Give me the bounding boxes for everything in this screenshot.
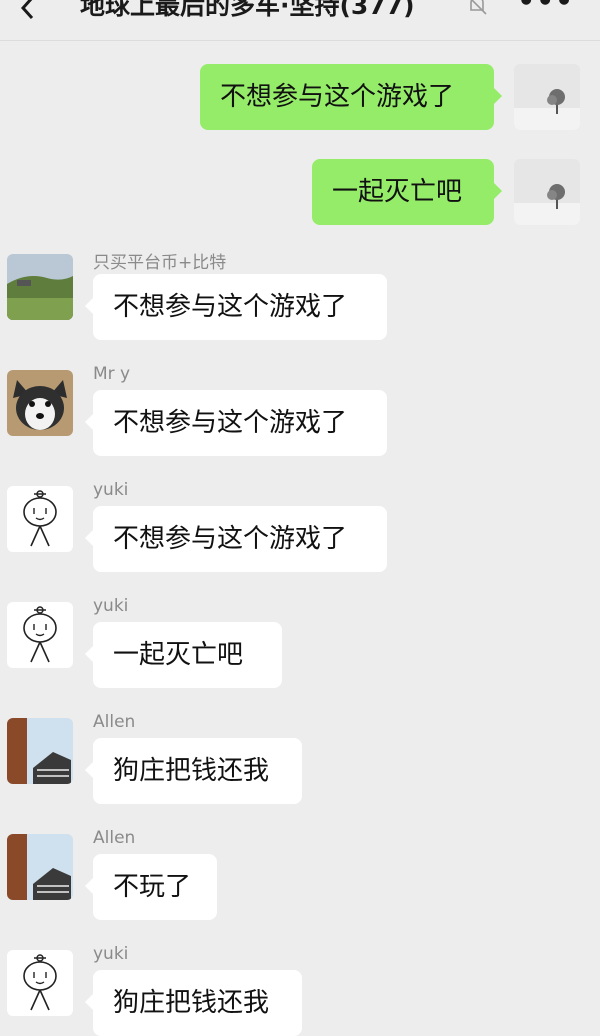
message-bubble[interactable]: 一起灭亡吧 [85,622,282,688]
message-bubble[interactable]: 狗庄把钱还我 [85,970,302,1036]
sender-name: yuki [93,480,129,500]
more-dots-icon[interactable]: ••• [517,0,574,17]
message-bubble[interactable]: 不玩了 [85,854,217,920]
chat-header: 地球上最后的多车·坚持(377) ••• [0,0,600,41]
chat-title: 地球上最后的多车·坚持(377) [80,0,415,20]
sender-name: Allen [93,828,136,848]
building-avatar[interactable] [7,834,73,900]
sender-name: 只买平台币+比特 [93,253,227,273]
mute-bell-icon [470,0,487,15]
doodle-face-avatar[interactable] [7,950,73,1016]
message-bubble[interactable]: 不想参与这个游戏了 [200,64,502,130]
message-bubble[interactable]: 狗庄把钱还我 [85,738,302,804]
tree-avatar[interactable] [514,159,580,225]
husky-dog-avatar[interactable] [7,370,73,436]
doodle-face-avatar[interactable] [7,602,73,668]
landscape-avatar[interactable] [7,254,73,320]
message-bubble[interactable]: 一起灭亡吧 [312,159,502,225]
sender-name: Allen [93,712,136,732]
back-arrow-icon[interactable] [12,0,46,28]
building-avatar[interactable] [7,718,73,784]
message-bubble[interactable]: 不想参与这个游戏了 [85,390,387,456]
message-bubble[interactable]: 不想参与这个游戏了 [85,274,387,340]
sender-name: Mr y [93,364,131,384]
sender-name: yuki [93,944,129,964]
doodle-face-avatar[interactable] [7,486,73,552]
sender-name: yuki [93,596,129,616]
message-bubble[interactable]: 不想参与这个游戏了 [85,506,387,572]
tree-avatar[interactable] [514,64,580,130]
